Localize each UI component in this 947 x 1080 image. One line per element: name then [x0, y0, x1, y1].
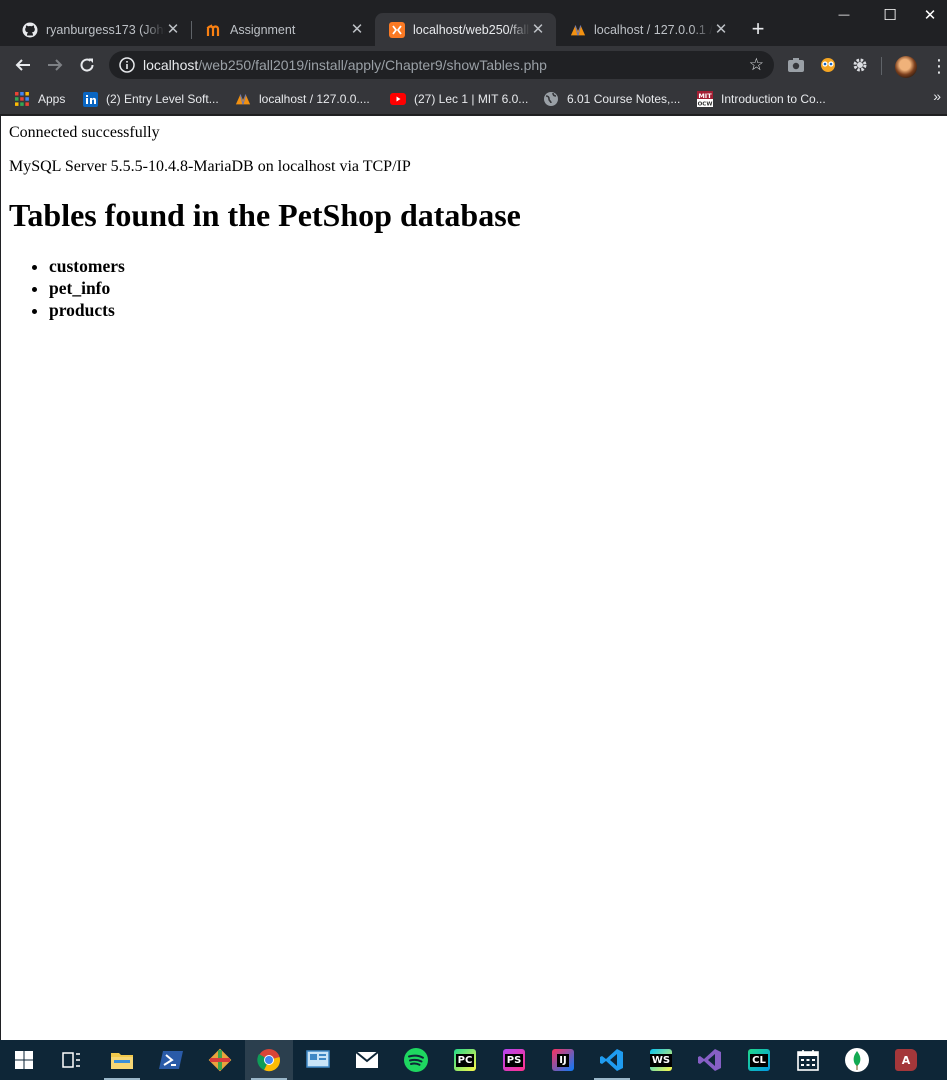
- mail-icon[interactable]: [343, 1040, 391, 1080]
- windows-start-icon[interactable]: [0, 1040, 48, 1080]
- phpmyadmin-icon: [235, 91, 251, 107]
- extension-gear-icon[interactable]: [850, 55, 870, 75]
- url-text[interactable]: localhost/web250/fall2019/install/apply/…: [143, 57, 547, 73]
- linkedin-icon: [82, 91, 98, 107]
- url-path: /web250/fall2019/install/apply/Chapter9/…: [198, 57, 547, 73]
- xampp-icon: [389, 21, 405, 38]
- reload-button[interactable]: [73, 51, 101, 79]
- list-item: pet_info: [49, 277, 939, 299]
- extension-owl-icon[interactable]: [818, 55, 838, 75]
- tab-title: Assignment: [230, 22, 296, 37]
- app-label: CL: [750, 1053, 768, 1067]
- page-content: Connected successfully MySQL Server 5.5.…: [1, 116, 947, 1040]
- phpstorm-icon[interactable]: PS: [490, 1040, 538, 1080]
- bookmark-apps[interactable]: Apps: [14, 89, 65, 109]
- svg-text:OCW: OCW: [698, 102, 713, 108]
- page-heading: Tables found in the PetShop database: [9, 197, 521, 233]
- task-view-icon[interactable]: [48, 1040, 96, 1080]
- control-panel-icon[interactable]: [294, 1040, 342, 1080]
- app-label: PS: [504, 1053, 524, 1067]
- bookmark-star-icon[interactable]: ☆: [749, 55, 764, 75]
- tables-list: customers pet_info products: [9, 255, 939, 321]
- bookmark-label: localhost / 127.0.0....: [259, 92, 370, 106]
- git-icon[interactable]: [196, 1040, 244, 1080]
- window-close-button[interactable]: ✕: [913, 0, 947, 30]
- intellij-icon[interactable]: IJ: [539, 1040, 587, 1080]
- app-label: A: [901, 1053, 911, 1067]
- tab-github[interactable]: ryanburgess173 (John ✕: [8, 13, 191, 46]
- list-item: customers: [49, 255, 939, 277]
- bookmark-label: Apps: [38, 92, 66, 106]
- bookmark-youtube[interactable]: (27) Lec 1 | MIT 6.0...: [390, 89, 528, 109]
- phpmyadmin-icon: [570, 22, 586, 38]
- access-icon[interactable]: A: [882, 1040, 930, 1080]
- bookmarks-bar: Apps (2) Entry Level Soft... localhost /…: [0, 84, 947, 115]
- tab-strip: ryanburgess173 (John ✕ Assignment ✕ loca…: [0, 0, 947, 46]
- bookmark-mit-ocw[interactable]: MIT OCW Introduction to Co...: [697, 89, 826, 109]
- maximize-button[interactable]: ☐: [867, 0, 913, 30]
- visual-studio-icon[interactable]: [686, 1040, 734, 1080]
- info-icon[interactable]: [119, 57, 135, 73]
- bookmarks-overflow-button[interactable]: »: [933, 88, 941, 104]
- bookmark-label: (2) Entry Level Soft...: [106, 92, 219, 106]
- tab-assignment[interactable]: Assignment ✕: [192, 13, 375, 46]
- reload-icon: [80, 58, 94, 72]
- svg-text:MIT: MIT: [698, 92, 712, 100]
- bookmark-phpmyadmin[interactable]: localhost / 127.0.0....: [235, 89, 370, 109]
- bookmark-label: (27) Lec 1 | MIT 6.0...: [414, 92, 529, 106]
- extension-camera-icon[interactable]: [786, 55, 806, 75]
- vscode-icon[interactable]: [588, 1040, 636, 1080]
- file-explorer-icon[interactable]: [98, 1040, 146, 1080]
- connection-status: Connected successfully: [9, 124, 160, 141]
- tab-title: ryanburgess173 (John: [46, 22, 165, 37]
- powershell-icon[interactable]: [147, 1040, 195, 1080]
- webstorm-icon[interactable]: WS: [637, 1040, 685, 1080]
- app-label: WS: [649, 1053, 673, 1067]
- spotify-icon[interactable]: [392, 1040, 440, 1080]
- close-icon[interactable]: ✕: [165, 21, 181, 38]
- close-icon: ✕: [923, 7, 937, 24]
- clion-icon[interactable]: CL: [735, 1040, 783, 1080]
- maximize-icon: ☐: [883, 7, 897, 24]
- back-button[interactable]: [9, 51, 37, 79]
- forward-button[interactable]: [41, 51, 69, 79]
- toolbar-divider: [881, 57, 882, 75]
- tab-showtables-active[interactable]: localhost/web250/fall2 ✕: [375, 13, 556, 46]
- menu-kebab-icon[interactable]: ⋮: [930, 55, 947, 77]
- windows-taskbar: PC PS IJ WS CL A: [0, 1040, 947, 1080]
- minimize-icon: —: [838, 9, 850, 21]
- mit-ocw-icon: MIT OCW: [697, 91, 713, 107]
- globe-icon: [543, 91, 559, 107]
- bookmark-label: Introduction to Co...: [721, 92, 826, 106]
- tab-title: localhost/web250/fall2: [413, 22, 530, 37]
- server-info: MySQL Server 5.5.5-10.4.8-MariaDB on loc…: [9, 158, 411, 175]
- address-bar[interactable]: localhost/web250/fall2019/install/apply/…: [109, 51, 774, 79]
- pycharm-icon[interactable]: PC: [441, 1040, 489, 1080]
- github-icon: [22, 22, 38, 38]
- close-icon[interactable]: ✕: [713, 21, 729, 38]
- url-host: localhost: [143, 57, 199, 73]
- new-tab-button[interactable]: +: [746, 18, 770, 42]
- arrow-right-icon: [48, 59, 63, 71]
- arrow-left-icon: [15, 59, 30, 71]
- close-icon[interactable]: ✕: [349, 21, 365, 38]
- bookmark-label: 6.01 Course Notes,...: [567, 92, 681, 106]
- chrome-icon[interactable]: [245, 1040, 293, 1080]
- profile-avatar[interactable]: [895, 56, 917, 78]
- youtube-icon: [390, 91, 406, 107]
- minimize-button[interactable]: —: [821, 0, 867, 30]
- bookmark-course-notes[interactable]: 6.01 Course Notes,...: [543, 89, 680, 109]
- list-item: products: [49, 299, 939, 321]
- tab-phpmyadmin[interactable]: localhost / 127.0.0.1 / ✕: [556, 13, 739, 46]
- browser-toolbar: localhost/web250/fall2019/install/apply/…: [0, 46, 947, 84]
- app-label: IJ: [557, 1053, 569, 1067]
- apps-grid-icon: [14, 91, 30, 107]
- close-icon[interactable]: ✕: [530, 21, 546, 38]
- calendar-icon[interactable]: [784, 1040, 832, 1080]
- bookmark-linkedin[interactable]: (2) Entry Level Soft...: [82, 89, 219, 109]
- mongodb-icon[interactable]: [833, 1040, 881, 1080]
- app-label: PC: [455, 1053, 475, 1067]
- moodle-icon: [206, 22, 222, 38]
- tab-title: localhost / 127.0.0.1 /: [594, 22, 713, 37]
